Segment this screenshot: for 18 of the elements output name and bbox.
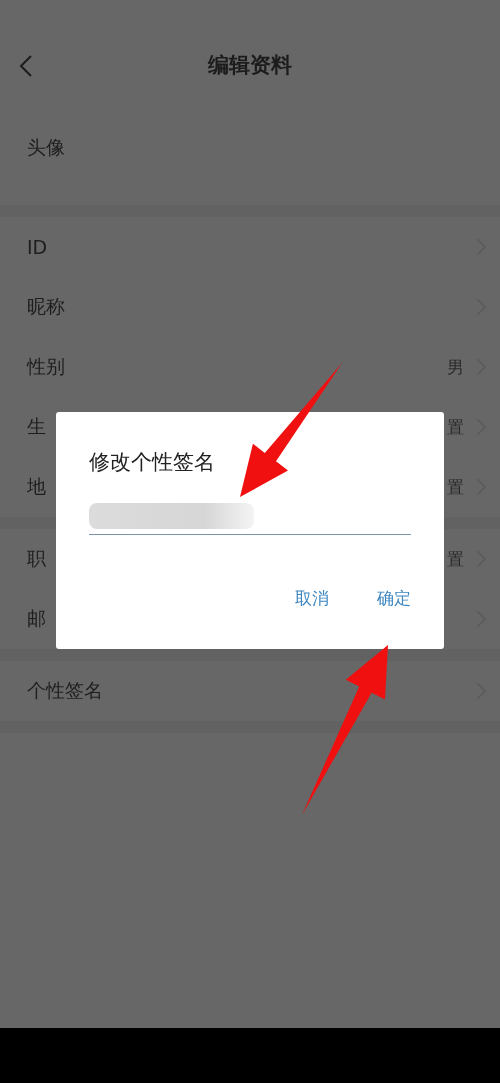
back-icon[interactable] <box>18 54 34 78</box>
row-label: 头像 <box>27 134 66 160</box>
row-label: 性别 <box>27 354 66 379</box>
row-label: 生 <box>27 414 47 439</box>
row-label: 昵称 <box>27 294 66 319</box>
row-label: 邮 <box>27 606 47 631</box>
row-label: 职 <box>27 546 47 571</box>
dialog-button[interactable]: 取消 <box>295 583 329 614</box>
row-label: 地 <box>27 474 47 499</box>
row-value: 置 <box>447 547 464 571</box>
page-title: 编辑资料 <box>208 51 292 79</box>
row-value: 置 <box>447 415 464 439</box>
row-value: 男 <box>447 355 464 379</box>
dialog-title: 修改个性签名 <box>89 449 216 476</box>
dialog-button[interactable]: 确定 <box>377 583 411 614</box>
row-label: 个性签名 <box>27 678 104 703</box>
row-label: ID <box>27 236 49 258</box>
row-value: 置 <box>447 475 464 499</box>
